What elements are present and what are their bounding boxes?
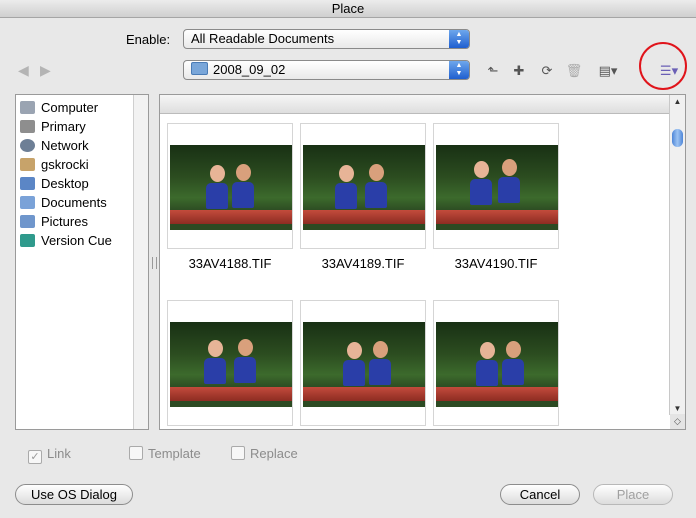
cancel-button[interactable]: Cancel — [500, 484, 580, 505]
desktop-icon — [20, 177, 35, 190]
child-figure — [476, 342, 498, 386]
forward-arrow-icon[interactable]: ▶ — [40, 62, 51, 79]
scrollbar-thumb[interactable] — [672, 129, 683, 147]
file-name[interactable]: 33AV4188.TIF — [167, 256, 293, 271]
drive-icon — [20, 120, 35, 133]
tools-menu-icon[interactable]: ▤▾ — [594, 62, 622, 80]
child-figure — [502, 341, 524, 385]
sidebar-list: Computer Primary Network gskrocki Deskto… — [16, 95, 148, 250]
sidebar-item-gskrocki[interactable]: gskrocki — [16, 155, 148, 174]
new-folder-icon[interactable]: ✚ — [510, 62, 528, 80]
trash-icon[interactable]: 🗑 — [565, 62, 583, 80]
child-figure — [204, 340, 226, 384]
sidebar-item-pictures[interactable]: Pictures — [16, 212, 148, 231]
child-figure — [498, 159, 520, 203]
sidebar: Computer Primary Network gskrocki Deskto… — [15, 94, 149, 430]
sidebar-item-label: Primary — [41, 119, 86, 134]
bench — [170, 210, 292, 224]
link-label: Link — [47, 446, 71, 461]
enable-popup-value: All Readable Documents — [191, 31, 335, 46]
file-thumbnail[interactable] — [167, 123, 293, 249]
child-figure — [470, 161, 492, 205]
sidebar-item-label: gskrocki — [41, 157, 89, 172]
bench — [170, 387, 292, 401]
bench — [303, 387, 425, 401]
sidebar-item-version-cue[interactable]: Version Cue — [16, 231, 148, 250]
template-checkbox[interactable]: Template — [129, 446, 201, 461]
annotation-circle — [639, 42, 687, 90]
bench — [436, 387, 558, 401]
photo-preview — [170, 145, 292, 230]
photo-preview — [303, 322, 425, 407]
link-checkbox[interactable]: ✓ Link — [28, 446, 71, 464]
place-button[interactable]: Place — [593, 484, 673, 505]
file-name[interactable]: 33AV4190.TIF — [433, 256, 559, 271]
sidebar-item-label: Desktop — [41, 176, 89, 191]
file-thumbnail[interactable] — [433, 300, 559, 426]
scroll-up-icon[interactable]: ▲ — [670, 97, 685, 106]
sidebar-item-computer[interactable]: Computer — [16, 98, 148, 117]
scroll-down-icon[interactable]: ▼ — [670, 404, 685, 413]
use-os-dialog-button[interactable]: Use OS Dialog — [15, 484, 133, 505]
sidebar-item-label: Documents — [41, 195, 107, 210]
sidebar-item-network[interactable]: Network — [16, 136, 148, 155]
child-figure — [343, 342, 365, 386]
file-thumbnail[interactable] — [433, 123, 559, 249]
photo-preview — [436, 322, 558, 407]
computer-icon — [20, 101, 35, 114]
sidebar-item-label: Network — [41, 138, 89, 153]
file-name[interactable]: 33AV4189.TIF — [300, 256, 426, 271]
checkbox-box — [231, 446, 245, 460]
replace-label: Replace — [250, 446, 298, 461]
location-popup-value: 2008_09_02 — [213, 62, 286, 77]
window-title: Place — [0, 0, 696, 18]
child-figure — [335, 165, 357, 209]
home-icon — [20, 158, 35, 171]
back-arrow-icon[interactable]: ◀ — [18, 62, 29, 79]
file-thumbnail[interactable] — [300, 300, 426, 426]
sidebar-item-desktop[interactable]: Desktop — [16, 174, 148, 193]
checkbox-box — [129, 446, 143, 460]
sidebar-item-primary[interactable]: Primary — [16, 117, 148, 136]
replace-checkbox[interactable]: Replace — [231, 446, 298, 461]
pictures-icon — [20, 215, 35, 228]
file-browser-pane: 33AV4188.TIF 33AV4189.TIF 33AV4190.TIF ▲… — [159, 94, 686, 430]
refresh-icon[interactable]: ⟳ — [538, 62, 556, 80]
popup-arrows-icon: ▲ ▼ — [449, 30, 469, 48]
enable-label: Enable: — [126, 32, 171, 47]
folder-icon — [191, 62, 208, 75]
checkmark-icon: ✓ — [28, 450, 42, 464]
file-thumbnail[interactable] — [167, 300, 293, 426]
network-icon — [20, 139, 35, 152]
go-up-folder-icon[interactable]: ⬑ — [484, 62, 502, 80]
enable-popup[interactable]: All Readable Documents ▲ ▼ — [183, 29, 470, 49]
sidebar-scrollbar[interactable] — [133, 95, 148, 429]
version-cue-icon — [20, 234, 35, 247]
sidebar-item-label: Version Cue — [41, 233, 112, 248]
child-figure — [206, 165, 228, 209]
child-figure — [369, 341, 391, 385]
sidebar-item-documents[interactable]: Documents — [16, 193, 148, 212]
popup-arrows-icon: ▲ ▼ — [449, 61, 469, 79]
bench — [436, 210, 558, 224]
file-pane-scrollbar[interactable]: ▲ ▼ — [669, 95, 685, 415]
pane-header — [160, 95, 670, 114]
child-figure — [232, 164, 254, 208]
photo-preview — [436, 145, 558, 230]
resize-corner-icon[interactable]: ◇ — [670, 414, 685, 429]
child-figure — [365, 164, 387, 208]
documents-icon — [20, 196, 35, 209]
location-popup[interactable]: 2008_09_02 ▲ ▼ — [183, 60, 470, 80]
photo-preview — [170, 322, 292, 407]
template-label: Template — [148, 446, 201, 461]
file-thumbnail[interactable] — [300, 123, 426, 249]
child-figure — [234, 339, 256, 383]
pane-splitter-handle[interactable] — [152, 257, 157, 269]
sidebar-item-label: Pictures — [41, 214, 88, 229]
bench — [303, 210, 425, 224]
photo-preview — [303, 145, 425, 230]
sidebar-item-label: Computer — [41, 100, 99, 115]
